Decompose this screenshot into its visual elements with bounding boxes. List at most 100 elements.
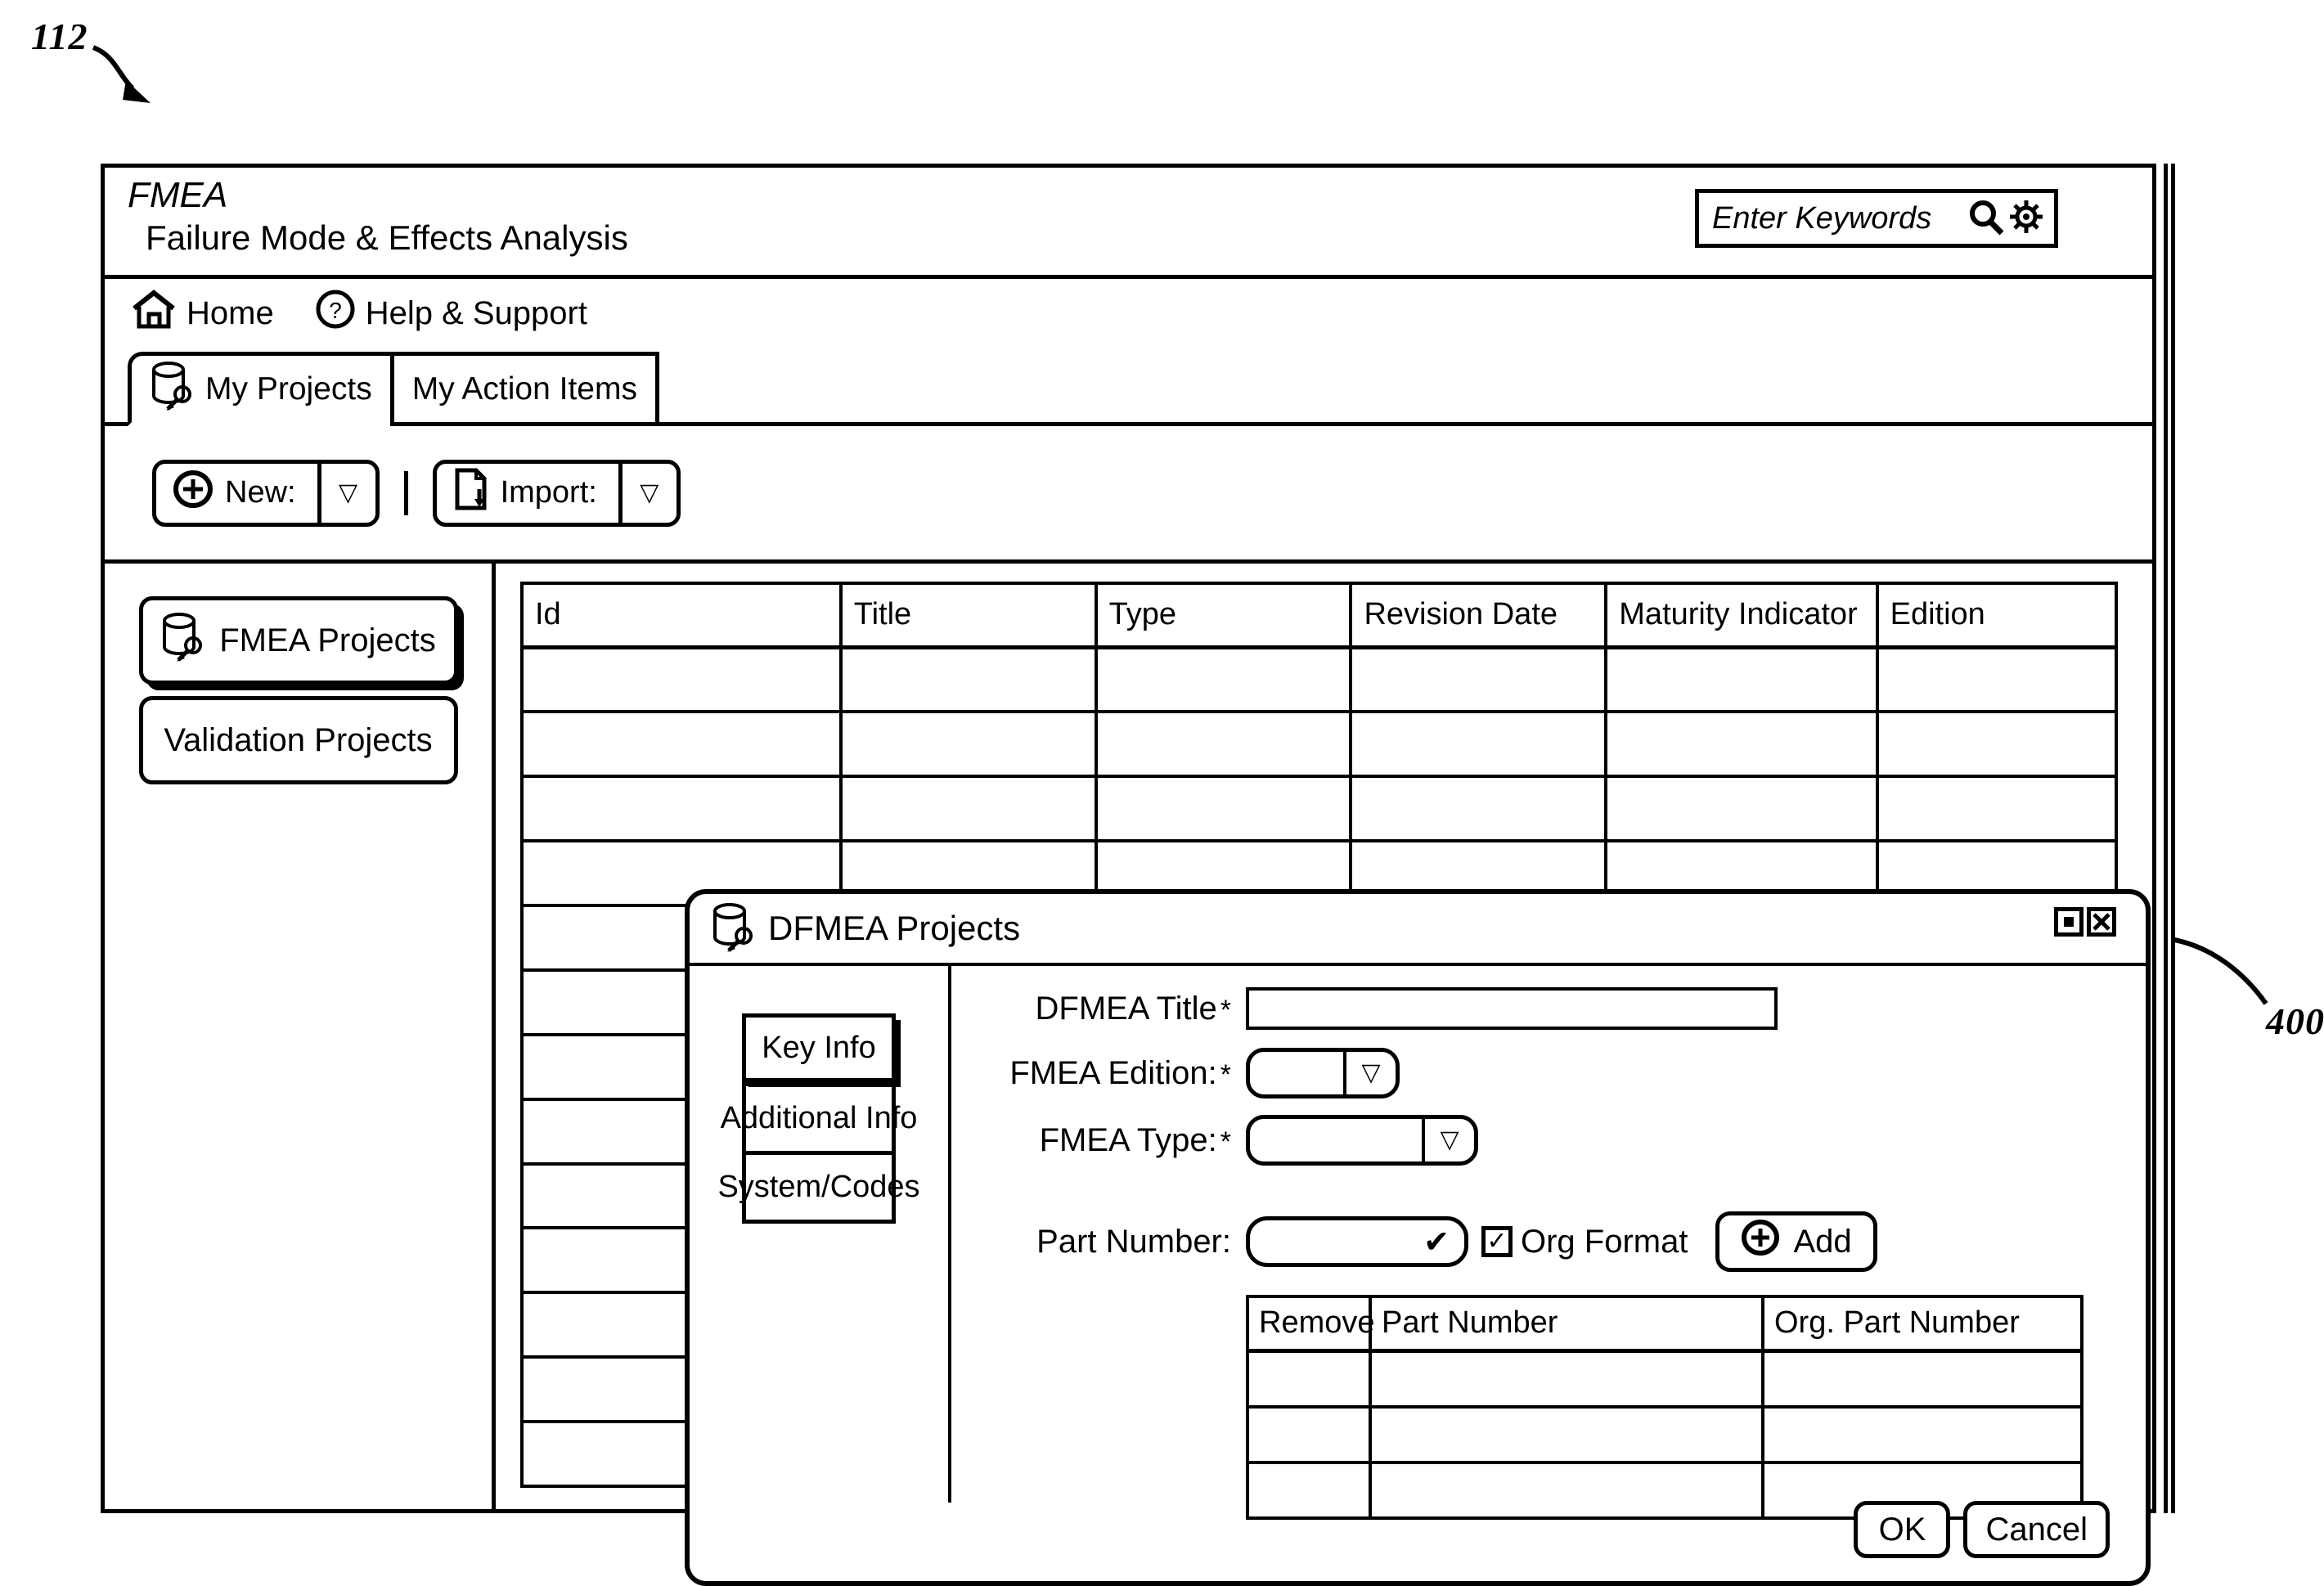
question-circle-icon: ? — [315, 289, 356, 338]
required-marker: * — [1220, 1058, 1231, 1090]
nav-item-home[interactable]: Home — [131, 289, 274, 338]
select-fmea-edition[interactable]: ▽ — [1246, 1048, 1400, 1099]
check-icon: ✓ — [1486, 1228, 1508, 1255]
field-row-fmea-type: FMEA Type: * ▽ — [951, 1115, 2146, 1166]
dialog-title-bar: DFMEA Projects — [690, 894, 2146, 966]
column-header-org-part-number[interactable]: Org. Part Number — [1763, 1296, 2082, 1353]
brand-abbreviation: FMEA — [128, 175, 228, 215]
new-button[interactable]: New: — [156, 464, 317, 523]
database-search-icon — [150, 360, 197, 419]
table-cell — [840, 712, 1098, 779]
sidebar-label-fmea-projects: FMEA Projects — [219, 622, 436, 658]
table-cell — [840, 776, 1098, 843]
dialog-nav-label-key-info: Key Info — [762, 1030, 876, 1065]
import-dropdown-button[interactable]: ▽ — [618, 463, 677, 523]
parts-table-cell — [1247, 1350, 1372, 1409]
figure-reference-400: 400 — [2266, 1000, 2324, 1042]
label-fmea-edition: FMEA Edition: * — [951, 1055, 1246, 1092]
cancel-button[interactable]: Cancel — [1963, 1501, 2110, 1558]
nav-item-help-support[interactable]: ? Help & Support — [315, 289, 587, 338]
column-header-maturity-indicator[interactable]: Maturity Indicator — [1606, 583, 1879, 649]
tab-my-projects[interactable]: My Projects — [128, 352, 390, 426]
table-row[interactable] — [522, 647, 2116, 714]
parts-table-cell — [1763, 1406, 2082, 1464]
tab-label-my-projects: My Projects — [205, 371, 372, 407]
parts-table-cell — [1763, 1350, 2082, 1409]
figure-reference-112: 112 — [31, 16, 88, 57]
select-fmea-type[interactable]: ▽ — [1246, 1115, 1478, 1166]
table-cell — [1351, 712, 1608, 779]
parts-table: Remove Part Number Org. Part Number — [1246, 1295, 2084, 1520]
lead-line-112 — [92, 45, 151, 103]
column-header-remove[interactable]: Remove — [1247, 1296, 1375, 1353]
check-icon: ✔ — [1423, 1224, 1450, 1260]
search-input[interactable]: Enter Keywords — [1699, 201, 1967, 236]
required-marker: * — [1220, 1125, 1231, 1157]
window-right-rail — [2164, 164, 2175, 1513]
column-header-edition[interactable]: Edition — [1877, 583, 2116, 649]
dialog-title: DFMEA Projects — [768, 909, 1021, 947]
column-header-type[interactable]: Type — [1095, 583, 1353, 649]
label-part-number: Part Number: — [951, 1224, 1246, 1260]
table-cell — [1877, 712, 2116, 779]
parts-table-body — [1247, 1350, 2082, 1518]
parts-table-cell — [1370, 1350, 1764, 1409]
column-header-title[interactable]: Title — [840, 583, 1098, 649]
input-dfmea-title[interactable] — [1246, 987, 1778, 1030]
plus-circle-icon — [173, 469, 214, 518]
new-dropdown-button[interactable]: ▽ — [317, 463, 375, 523]
chevron-down-icon[interactable]: ▽ — [1422, 1119, 1474, 1161]
svg-text:?: ? — [329, 298, 342, 323]
dialog-nav-key-info[interactable]: Key Info — [742, 1013, 896, 1082]
table-row[interactable] — [522, 712, 2116, 779]
parts-table-header-row: Remove Part Number Org. Part Number — [1247, 1296, 2082, 1353]
column-header-revision-date[interactable]: Revision Date — [1351, 583, 1608, 649]
table-cell — [522, 647, 843, 714]
table-cell — [1351, 776, 1608, 843]
sidebar: FMEA Projects Validation Projects — [105, 564, 496, 1509]
input-part-number[interactable]: ✔ — [1246, 1216, 1468, 1267]
chevron-down-icon[interactable]: ▽ — [1343, 1052, 1396, 1094]
sidebar-item-validation-projects[interactable]: Validation Projects — [138, 696, 458, 784]
import-split-button[interactable]: Import: ▽ — [432, 459, 681, 527]
table-cell — [1877, 776, 2116, 843]
parts-table-cell — [1370, 1406, 1764, 1464]
column-header-id[interactable]: Id — [522, 583, 843, 649]
parts-table-row[interactable] — [1247, 1406, 2082, 1464]
gear-icon[interactable] — [2008, 199, 2044, 239]
parts-table-cell — [1247, 1462, 1372, 1518]
table-row[interactable] — [522, 776, 2116, 843]
search-box[interactable]: Enter Keywords — [1695, 189, 2058, 248]
ok-button[interactable]: OK — [1854, 1501, 1951, 1558]
document-import-icon — [453, 468, 489, 519]
field-row-fmea-edition: FMEA Edition: * ▽ — [951, 1048, 2146, 1099]
import-button[interactable]: Import: — [437, 464, 618, 523]
maximize-icon[interactable] — [2054, 907, 2084, 937]
tab-my-action-items[interactable]: My Action Items — [389, 352, 659, 426]
parts-table-cell — [1370, 1462, 1764, 1518]
dialog-nav-label-additional-info: Additional Info — [720, 1101, 918, 1135]
table-cell — [1095, 776, 1353, 843]
parts-table-row[interactable] — [1247, 1350, 2082, 1409]
tab-label-my-action-items: My Action Items — [411, 371, 637, 407]
add-button-label: Add — [1793, 1223, 1852, 1260]
new-split-button[interactable]: New: ▽ — [152, 459, 380, 527]
dialog-form: DFMEA Title * FMEA Edition: * ▽ FMEA Typ… — [951, 966, 2146, 1581]
toolbar-separator — [403, 470, 408, 515]
database-search-icon — [711, 901, 758, 956]
dialog-nav-additional-info[interactable]: Additional Info — [721, 1082, 917, 1151]
sidebar-item-fmea-projects[interactable]: FMEA Projects — [138, 596, 458, 685]
new-button-label: New: — [225, 475, 296, 510]
column-header-part-number[interactable]: Part Number — [1370, 1296, 1764, 1353]
table-cell — [1095, 712, 1353, 779]
label-text-fmea-type: FMEA Type: — [1039, 1121, 1217, 1158]
checkbox-org-format[interactable]: ✓ — [1481, 1226, 1513, 1257]
add-part-button[interactable]: Add — [1715, 1211, 1877, 1272]
dialog-action-buttons: OK Cancel — [1854, 1501, 2110, 1558]
magnifier-icon[interactable] — [1967, 198, 2005, 240]
dialog-nav-system-codes[interactable]: System/Codes — [717, 1151, 920, 1220]
parts-table-cell — [1247, 1406, 1372, 1464]
home-icon — [131, 289, 177, 338]
label-dfmea-title: DFMEA Title * — [951, 991, 1246, 1027]
close-icon[interactable] — [2087, 907, 2116, 937]
